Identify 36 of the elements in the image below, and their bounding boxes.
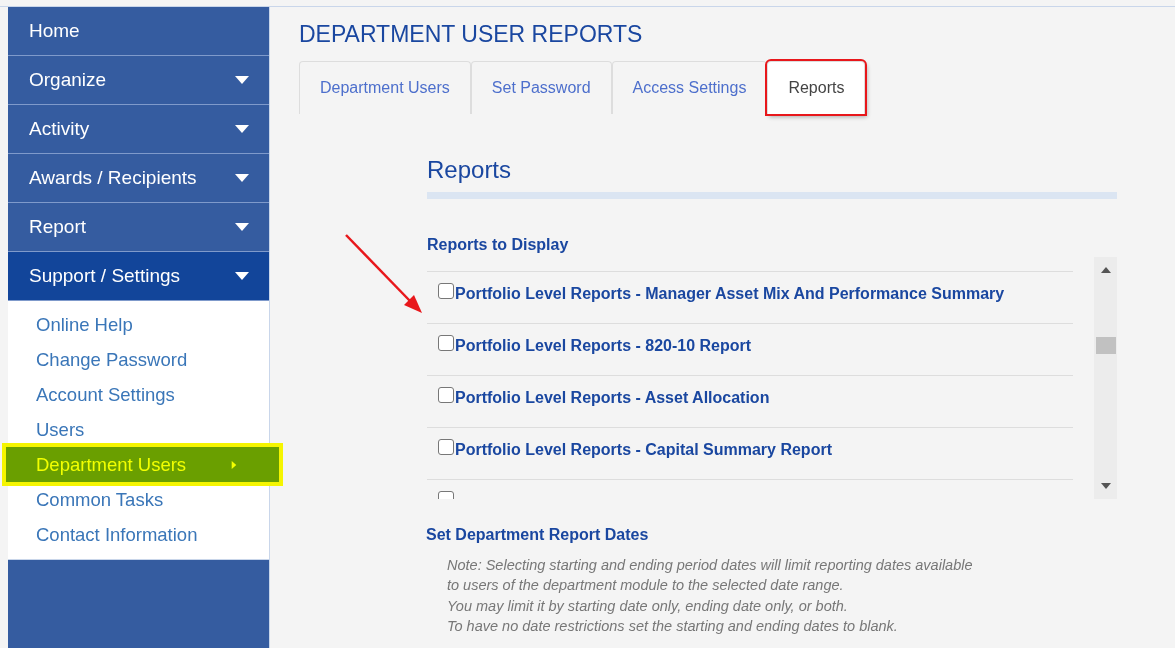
submenu-item[interactable]: Account Settings <box>8 377 269 412</box>
sidebar-item[interactable]: Support / Settings <box>8 252 269 301</box>
submenu-item[interactable]: Users <box>8 412 269 447</box>
report-option[interactable]: Portfolio Level Reports - Capital Summary Report <box>427 426 1073 479</box>
note-text: To have no date restrictions set the starting and ending dates to blank. <box>447 617 899 637</box>
caret-down-icon <box>235 125 249 133</box>
tab[interactable]: Access Settings <box>611 60 768 114</box>
caret-down-icon <box>235 272 249 280</box>
scroll-down-icon <box>1100 482 1111 489</box>
tab[interactable]: Department Users <box>299 60 471 114</box>
report-option[interactable]: Portfolio Level Reports - 820-10 Report <box>427 322 1073 375</box>
scrollbar-thumb[interactable] <box>1095 336 1116 354</box>
report-option[interactable]: Portfolio Level Reports - Manager Asset Mix And Performance Summary <box>427 270 1073 323</box>
submenu-item[interactable]: Online Help <box>8 307 269 342</box>
caret-down-icon <box>235 223 249 231</box>
sidebar-item[interactable]: Organize <box>8 56 269 105</box>
sidebar-item[interactable]: Awards / Recipients <box>8 154 269 203</box>
note-text: You may limit it by starting date only, ending date only, or both. <box>447 596 849 616</box>
submenu-item[interactable]: Common Tasks <box>8 482 269 517</box>
tab[interactable]: Reports <box>767 60 866 114</box>
section-title: Reports <box>427 151 1117 199</box>
report-option[interactable]: Portfolio Level Reports - Asset Allocation <box>427 374 1073 427</box>
sidebar-item[interactable]: Activity <box>8 105 269 154</box>
note-text: to users of the department module to the selected date range. <box>447 576 845 596</box>
submenu-item[interactable]: Change Password <box>8 342 269 377</box>
note-text: Note: Selecting starting and ending period dates will limit reporting dates available <box>447 555 974 575</box>
scrollbar[interactable] <box>1093 256 1117 499</box>
tab[interactable]: Set Password <box>470 60 612 114</box>
submenu-item[interactable]: Contact Information <box>8 517 269 552</box>
page-title: DEPARTMENT USER REPORTS <box>299 21 644 49</box>
scroll-up-icon <box>1100 266 1111 273</box>
caret-down-icon <box>235 174 249 182</box>
sidebar-item[interactable]: Home <box>8 7 269 56</box>
caret-down-icon <box>235 76 249 84</box>
section-label: Reports to Display <box>427 234 570 255</box>
section-label: Set Department Report Dates <box>426 524 650 545</box>
